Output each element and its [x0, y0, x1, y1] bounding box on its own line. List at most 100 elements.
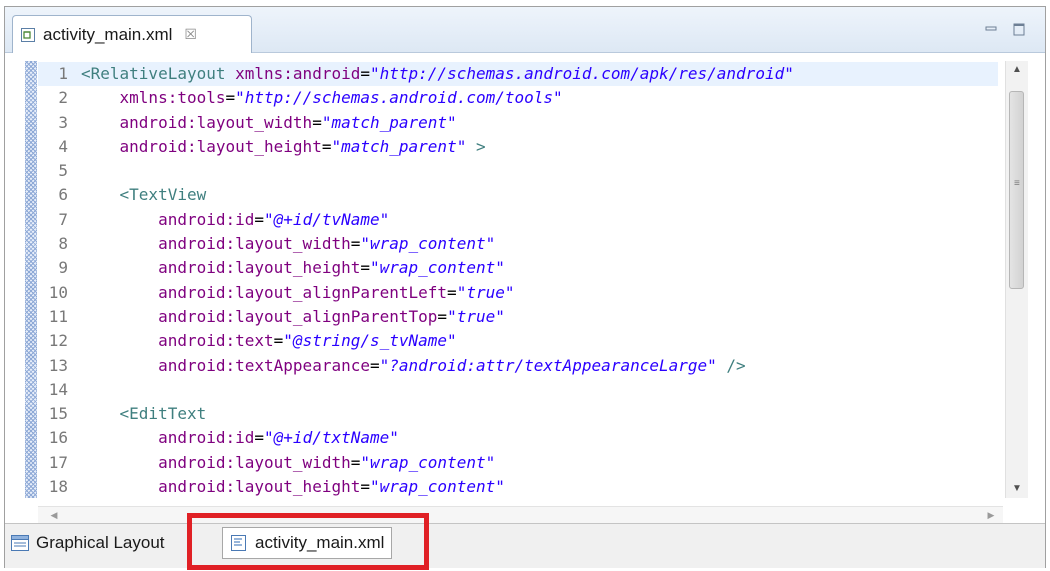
code-token-attr: xmlns:android: [235, 64, 361, 83]
code-token-attr: android:id: [81, 428, 255, 448]
overview-ruler-mark-icon: ≡: [1014, 178, 1020, 189]
line-number: 13: [48, 355, 68, 375]
code-token-val: "wrap_content": [360, 452, 496, 472]
line-number: 6: [58, 185, 68, 205]
code-token-tag: />: [716, 355, 746, 375]
tab-activity-main-xml-source[interactable]: activity_main.xml: [222, 527, 393, 559]
code-token-val: "http://schemas.android.com/apk/res/andr…: [370, 64, 794, 83]
code-text: <RelativeLayout xmlns:android="http://sc…: [81, 62, 794, 86]
line-number: 3: [58, 112, 68, 132]
line-number: 12: [48, 331, 68, 351]
code-token-tag: >: [466, 136, 486, 156]
code-area[interactable]: 1 <RelativeLayout xmlns:android="http://s…: [38, 62, 998, 499]
code-line[interactable]: 4 android:layout_height="match_parent" >: [38, 135, 998, 159]
code-token-attr: xmlns:tools: [81, 88, 226, 108]
code-token-eq: =: [437, 306, 448, 326]
close-tab-icon[interactable]: ☒: [184, 26, 197, 43]
code-line[interactable]: 16 android:id="@+id/txtName": [38, 426, 998, 450]
code-token-attr: android:layout_alignParentTop: [81, 306, 438, 326]
tab-graphical-layout-label: Graphical Layout: [36, 533, 165, 552]
code-token-attr: android:layout_height: [81, 477, 361, 497]
code-text: android:id="@+id/tvName": [81, 208, 389, 232]
code-line[interactable]: 15 <EditText: [38, 402, 998, 426]
code-token-eq: =: [360, 258, 370, 278]
maximize-icon[interactable]: [1011, 21, 1027, 37]
code-line[interactable]: 2 xmlns:tools="http://schemas.android.co…: [38, 86, 998, 110]
code-line[interactable]: 9 android:layout_height="wrap_content": [38, 256, 998, 280]
code-line[interactable]: 14: [38, 378, 998, 402]
code-text: android:layout_width="match_parent": [81, 111, 457, 135]
horizontal-scrollbar[interactable]: ◀ ▶: [38, 506, 1003, 523]
editor-page-tabs: Graphical Layout activity_main.xml: [5, 523, 1045, 568]
code-token-eq: =: [312, 112, 322, 132]
code-token-eq: =: [254, 209, 265, 229]
scroll-up-arrow-icon[interactable]: ▲: [1006, 61, 1028, 79]
code-line[interactable]: 17 android:layout_width="wrap_content": [38, 451, 998, 475]
code-token-tag: <RelativeLayout: [81, 64, 236, 83]
annotation-ruler: [25, 61, 37, 498]
code-text: android:layout_width="wrap_content": [81, 232, 495, 256]
code-token-attr: android:layout_width: [81, 452, 351, 472]
code-token-attr: android:layout_height: [81, 136, 322, 156]
code-line[interactable]: 8 android:layout_width="wrap_content": [38, 232, 998, 256]
scroll-right-arrow-icon[interactable]: ▶: [983, 507, 999, 523]
code-token-eq: =: [225, 88, 236, 108]
code-token-val: "match_parent": [331, 136, 467, 156]
code-token-val: "wrap_content": [370, 258, 505, 278]
line-number: 18: [48, 477, 68, 497]
line-number: 16: [48, 428, 68, 448]
code-text: <EditText: [81, 402, 207, 426]
code-text: android:layout_width="wrap_content": [81, 451, 495, 475]
code-line[interactable]: 13 android:textAppearance="?android:attr…: [38, 354, 998, 378]
code-token-attr: android:layout_height: [81, 258, 361, 278]
code-text: android:text="@string/s_tvName": [81, 329, 457, 353]
code-token-val: "wrap_content": [360, 234, 496, 254]
code-token-tag: <TextView: [81, 185, 207, 205]
code-token-val: "true": [447, 306, 505, 326]
scrollbar-thumb[interactable]: [1009, 91, 1024, 289]
code-line[interactable]: 1 <RelativeLayout xmlns:android="http://s…: [38, 62, 998, 87]
code-token-eq: =: [350, 234, 361, 254]
code-token-val: "?android:attr/textAppearanceLarge": [379, 355, 717, 375]
line-number: 14: [48, 379, 68, 399]
code-token-attr: android:textAppearance: [81, 355, 370, 375]
code-line[interactable]: 12 android:text="@string/s_tvName": [38, 329, 998, 353]
code-text: <TextView: [81, 183, 207, 207]
code-text: android:layout_height="wrap_content": [81, 256, 505, 280]
code-token-attr: android:layout_alignParentLeft: [81, 282, 448, 302]
code-line[interactable]: 7 android:id="@+id/tvName": [38, 208, 998, 232]
line-number: 8: [58, 234, 68, 254]
vertical-scrollbar[interactable]: ▲ ▼: [1005, 61, 1028, 498]
code-token-val: "@+id/tvName": [264, 209, 390, 229]
code-token-attr: android:layout_width: [81, 234, 351, 254]
code-line[interactable]: 18 android:layout_height="wrap_content": [38, 475, 998, 499]
code-token-val: "@+id/txtName": [264, 428, 399, 448]
code-token-eq: =: [350, 452, 361, 472]
line-number: 5: [58, 161, 68, 181]
code-token-tag: <EditText: [81, 404, 207, 424]
code-line[interactable]: 10 android:layout_alignParentLeft="true": [38, 281, 998, 305]
editor-tab-bar: activity_main.xml ☒: [5, 7, 1045, 53]
code-token-attr: android:text: [81, 331, 274, 351]
code-text: android:id="@+id/txtName": [81, 426, 399, 450]
minimize-icon[interactable]: [983, 21, 999, 37]
code-token-attr: android:layout_width: [81, 112, 313, 132]
line-number: 1: [58, 64, 68, 83]
tab-graphical-layout[interactable]: Graphical Layout: [11, 528, 165, 558]
code-editor[interactable]: 1 <RelativeLayout xmlns:android="http://s…: [5, 53, 1045, 506]
code-text: android:layout_height="match_parent" >: [81, 135, 486, 159]
tab-activity-main-xml[interactable]: activity_main.xml ☒: [12, 15, 252, 53]
xml-file-icon: [21, 27, 35, 42]
code-line[interactable]: 6 <TextView: [38, 183, 998, 207]
scroll-down-arrow-icon[interactable]: ▼: [1006, 480, 1028, 498]
code-text: android:textAppearance="?android:attr/te…: [81, 354, 746, 378]
line-number: 17: [48, 452, 68, 472]
scroll-left-arrow-icon[interactable]: ◀: [46, 507, 62, 523]
code-line[interactable]: 11 android:layout_alignParentTop="true": [38, 305, 998, 329]
code-token-eq: =: [360, 477, 370, 497]
code-token-eq: =: [254, 428, 265, 448]
code-line[interactable]: 5: [38, 159, 998, 183]
code-line[interactable]: 3 android:layout_width="match_parent": [38, 111, 998, 135]
graphical-layout-icon: [11, 535, 29, 551]
editor-window: activity_main.xml ☒ 1 <RelativeLayout xml…: [4, 6, 1046, 568]
